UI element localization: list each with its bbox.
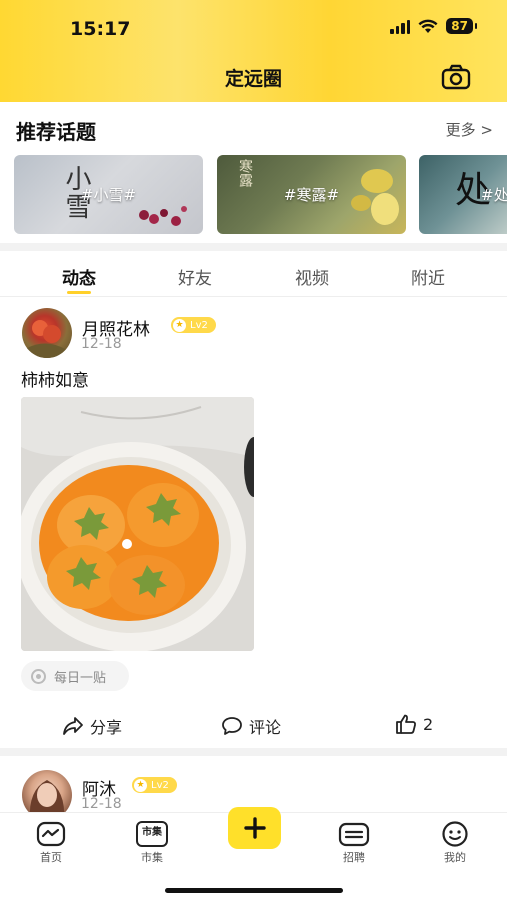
topic-chip[interactable]: 每日一贴	[21, 661, 129, 691]
home-icon	[36, 821, 66, 847]
status-time: 15:17	[70, 18, 131, 40]
topic-tag: #小雪#	[80, 186, 137, 204]
comment-label: 评论	[249, 718, 282, 737]
topic-card[interactable]: #处 处	[419, 155, 507, 234]
active-tab-indicator	[67, 291, 91, 294]
wifi-icon	[418, 19, 438, 33]
recruit-icon	[338, 822, 370, 847]
plus-icon	[243, 817, 266, 839]
tab-nearby[interactable]: 附近	[411, 264, 445, 289]
feed-tabs: 动态 好友 视频 附近	[0, 251, 507, 297]
profile-icon	[442, 821, 468, 847]
topic-card-art-text: 寒露	[237, 159, 253, 187]
home-indicator	[165, 888, 343, 893]
tabbar-market[interactable]: 市集 市集	[117, 821, 187, 865]
camera-icon[interactable]	[441, 64, 471, 90]
post-text: 柿柿如意	[21, 371, 89, 391]
signal-icon	[390, 18, 411, 34]
post-date: 12-18	[81, 336, 122, 352]
topics-title: 推荐话题	[16, 120, 96, 144]
level-badge: ★ Lv2	[132, 777, 177, 793]
status-icons: 87	[390, 18, 477, 34]
battery-indicator: 87	[446, 18, 477, 34]
level-badge: ★ Lv2	[171, 317, 216, 333]
star-icon: ★	[173, 318, 186, 332]
topic-tag: #处	[481, 186, 507, 204]
thumbs-up-icon	[396, 714, 416, 734]
share-button[interactable]: 分享	[62, 714, 122, 738]
level-text: Lv2	[151, 779, 169, 791]
share-label: 分享	[90, 718, 123, 737]
comment-button[interactable]: 评论	[221, 714, 281, 738]
tabbar-recruit-label: 招聘	[343, 851, 365, 864]
topic-chip-label: 每日一贴	[54, 670, 107, 686]
topic-card[interactable]: 小雪 #小雪#	[14, 155, 203, 234]
post-divider	[0, 748, 507, 756]
bottom-tab-bar: 首页 市集 市集 招聘 我的	[0, 807, 507, 900]
tabbar-recruit[interactable]: 招聘	[319, 821, 389, 865]
recommended-topics: 推荐话题 更多 > 小雪 #小雪# 寒露 #寒露# #处 处	[0, 102, 507, 243]
topic-card[interactable]: 寒露 #寒露#	[217, 155, 406, 234]
topics-more-link[interactable]: 更多 >	[446, 119, 493, 140]
tab-friends[interactable]: 好友	[178, 264, 212, 289]
leaf-decoration	[347, 161, 405, 234]
like-button[interactable]: 2	[395, 714, 433, 734]
tab-moments[interactable]: 动态	[62, 264, 96, 289]
market-icon-text: 市集	[142, 827, 162, 838]
tab-videos[interactable]: 视频	[295, 264, 329, 289]
market-icon: 市集	[136, 821, 168, 847]
tabbar-market-label: 市集	[141, 851, 163, 864]
share-icon	[63, 717, 83, 735]
tabbar-profile[interactable]: 我的	[420, 821, 490, 865]
app-header: 15:17 87 定远圈	[0, 0, 507, 102]
star-icon: ★	[134, 778, 147, 792]
comment-icon	[222, 717, 242, 735]
page-title: 定远圈	[224, 68, 282, 90]
tabbar-home[interactable]: 首页	[16, 821, 86, 865]
create-post-button[interactable]	[228, 807, 281, 849]
post-image[interactable]	[21, 397, 254, 651]
section-divider	[0, 243, 507, 251]
tabbar-profile-label: 我的	[444, 851, 466, 864]
post-date: 12-18	[81, 796, 122, 812]
berry-decoration	[134, 195, 194, 234]
level-text: Lv2	[190, 319, 208, 331]
tabbar-home-label: 首页	[40, 851, 62, 864]
like-count: 2	[423, 714, 434, 734]
topic-tag: #寒露#	[283, 186, 340, 204]
feed-post: 月照花林 ★ Lv2 12-18 柿柿如意 每日一贴 分享 评论 2	[0, 298, 507, 748]
topic-icon	[31, 668, 46, 684]
feed-post: 阿沐 ★ Lv2 12-18	[0, 756, 507, 820]
avatar[interactable]	[22, 308, 72, 358]
